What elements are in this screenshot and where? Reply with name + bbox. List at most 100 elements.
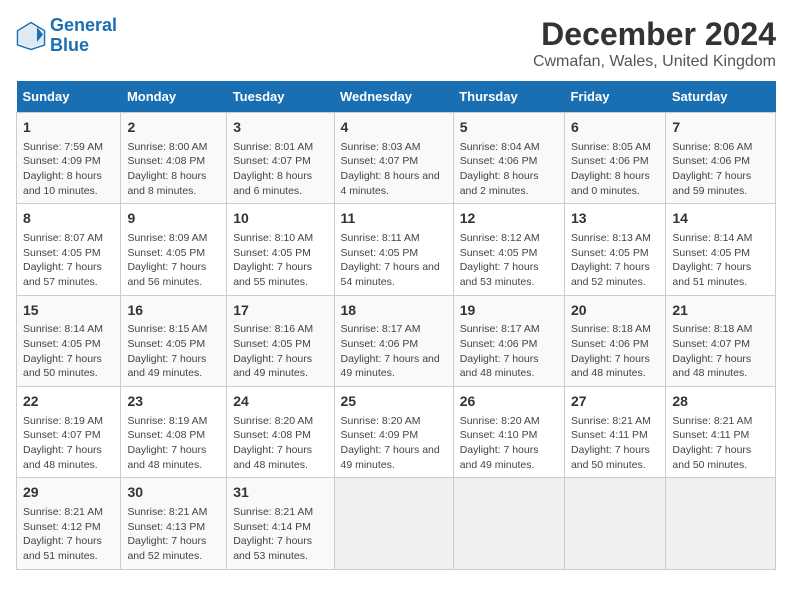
cell-content: Sunrise: 8:11 AMSunset: 4:05 PMDaylight:… [341, 231, 447, 290]
cell-content: Sunrise: 8:17 AMSunset: 4:06 PMDaylight:… [460, 322, 558, 381]
column-header-monday: Monday [121, 81, 227, 113]
calendar-week-5: 29Sunrise: 8:21 AMSunset: 4:12 PMDayligh… [17, 478, 776, 569]
calendar-week-1: 1Sunrise: 7:59 AMSunset: 4:09 PMDaylight… [17, 113, 776, 204]
cell-content: Sunrise: 8:15 AMSunset: 4:05 PMDaylight:… [127, 322, 220, 381]
cell-content: Sunrise: 8:12 AMSunset: 4:05 PMDaylight:… [460, 231, 558, 290]
cell-content: Sunrise: 8:07 AMSunset: 4:05 PMDaylight:… [23, 231, 114, 290]
day-number: 16 [127, 301, 220, 321]
day-number: 5 [460, 118, 558, 138]
calendar-cell: 20Sunrise: 8:18 AMSunset: 4:06 PMDayligh… [564, 295, 665, 386]
column-header-friday: Friday [564, 81, 665, 113]
calendar-cell: 11Sunrise: 8:11 AMSunset: 4:05 PMDayligh… [334, 204, 453, 295]
calendar-cell: 14Sunrise: 8:14 AMSunset: 4:05 PMDayligh… [666, 204, 776, 295]
calendar-week-2: 8Sunrise: 8:07 AMSunset: 4:05 PMDaylight… [17, 204, 776, 295]
cell-content: Sunrise: 8:03 AMSunset: 4:07 PMDaylight:… [341, 140, 447, 199]
calendar-cell: 16Sunrise: 8:15 AMSunset: 4:05 PMDayligh… [121, 295, 227, 386]
calendar-cell: 24Sunrise: 8:20 AMSunset: 4:08 PMDayligh… [227, 387, 334, 478]
calendar-cell: 21Sunrise: 8:18 AMSunset: 4:07 PMDayligh… [666, 295, 776, 386]
cell-content: Sunrise: 8:04 AMSunset: 4:06 PMDaylight:… [460, 140, 558, 199]
calendar-cell: 19Sunrise: 8:17 AMSunset: 4:06 PMDayligh… [453, 295, 564, 386]
calendar-cell [564, 478, 665, 569]
calendar-cell: 15Sunrise: 8:14 AMSunset: 4:05 PMDayligh… [17, 295, 121, 386]
day-number: 30 [127, 483, 220, 503]
column-header-sunday: Sunday [17, 81, 121, 113]
day-number: 28 [672, 392, 769, 412]
cell-content: Sunrise: 8:16 AMSunset: 4:05 PMDaylight:… [233, 322, 327, 381]
calendar-cell [453, 478, 564, 569]
cell-content: Sunrise: 7:59 AMSunset: 4:09 PMDaylight:… [23, 140, 114, 199]
page-title: December 2024 [533, 16, 776, 53]
day-number: 17 [233, 301, 327, 321]
cell-content: Sunrise: 8:05 AMSunset: 4:06 PMDaylight:… [571, 140, 659, 199]
calendar-cell: 30Sunrise: 8:21 AMSunset: 4:13 PMDayligh… [121, 478, 227, 569]
column-header-thursday: Thursday [453, 81, 564, 113]
cell-content: Sunrise: 8:09 AMSunset: 4:05 PMDaylight:… [127, 231, 220, 290]
cell-content: Sunrise: 8:10 AMSunset: 4:05 PMDaylight:… [233, 231, 327, 290]
calendar-cell: 3Sunrise: 8:01 AMSunset: 4:07 PMDaylight… [227, 113, 334, 204]
column-header-tuesday: Tuesday [227, 81, 334, 113]
calendar-cell: 17Sunrise: 8:16 AMSunset: 4:05 PMDayligh… [227, 295, 334, 386]
logo-line1: General [50, 15, 117, 35]
day-number: 3 [233, 118, 327, 138]
calendar-week-4: 22Sunrise: 8:19 AMSunset: 4:07 PMDayligh… [17, 387, 776, 478]
day-number: 18 [341, 301, 447, 321]
cell-content: Sunrise: 8:20 AMSunset: 4:09 PMDaylight:… [341, 414, 447, 473]
calendar-table: SundayMondayTuesdayWednesdayThursdayFrid… [16, 81, 776, 570]
header: General Blue December 2024 Cwmafan, Wale… [16, 16, 776, 71]
day-number: 11 [341, 209, 447, 229]
cell-content: Sunrise: 8:01 AMSunset: 4:07 PMDaylight:… [233, 140, 327, 199]
day-number: 10 [233, 209, 327, 229]
calendar-cell: 2Sunrise: 8:00 AMSunset: 4:08 PMDaylight… [121, 113, 227, 204]
day-number: 23 [127, 392, 220, 412]
cell-content: Sunrise: 8:13 AMSunset: 4:05 PMDaylight:… [571, 231, 659, 290]
calendar-cell [666, 478, 776, 569]
cell-content: Sunrise: 8:21 AMSunset: 4:11 PMDaylight:… [571, 414, 659, 473]
calendar-cell: 22Sunrise: 8:19 AMSunset: 4:07 PMDayligh… [17, 387, 121, 478]
calendar-cell: 25Sunrise: 8:20 AMSunset: 4:09 PMDayligh… [334, 387, 453, 478]
day-number: 12 [460, 209, 558, 229]
day-number: 6 [571, 118, 659, 138]
day-number: 1 [23, 118, 114, 138]
calendar-cell: 5Sunrise: 8:04 AMSunset: 4:06 PMDaylight… [453, 113, 564, 204]
calendar-cell: 7Sunrise: 8:06 AMSunset: 4:06 PMDaylight… [666, 113, 776, 204]
logo-icon [16, 21, 46, 51]
day-number: 21 [672, 301, 769, 321]
calendar-cell: 18Sunrise: 8:17 AMSunset: 4:06 PMDayligh… [334, 295, 453, 386]
day-number: 25 [341, 392, 447, 412]
header-row: SundayMondayTuesdayWednesdayThursdayFrid… [17, 81, 776, 113]
calendar-cell: 10Sunrise: 8:10 AMSunset: 4:05 PMDayligh… [227, 204, 334, 295]
day-number: 24 [233, 392, 327, 412]
day-number: 13 [571, 209, 659, 229]
day-number: 15 [23, 301, 114, 321]
cell-content: Sunrise: 8:21 AMSunset: 4:14 PMDaylight:… [233, 505, 327, 564]
day-number: 20 [571, 301, 659, 321]
cell-content: Sunrise: 8:21 AMSunset: 4:12 PMDaylight:… [23, 505, 114, 564]
day-number: 9 [127, 209, 220, 229]
cell-content: Sunrise: 8:14 AMSunset: 4:05 PMDaylight:… [23, 322, 114, 381]
cell-content: Sunrise: 8:06 AMSunset: 4:06 PMDaylight:… [672, 140, 769, 199]
calendar-cell: 23Sunrise: 8:19 AMSunset: 4:08 PMDayligh… [121, 387, 227, 478]
calendar-cell: 4Sunrise: 8:03 AMSunset: 4:07 PMDaylight… [334, 113, 453, 204]
day-number: 14 [672, 209, 769, 229]
day-number: 22 [23, 392, 114, 412]
calendar-cell: 9Sunrise: 8:09 AMSunset: 4:05 PMDaylight… [121, 204, 227, 295]
title-area: December 2024 Cwmafan, Wales, United Kin… [533, 16, 776, 71]
cell-content: Sunrise: 8:21 AMSunset: 4:11 PMDaylight:… [672, 414, 769, 473]
day-number: 4 [341, 118, 447, 138]
column-header-saturday: Saturday [666, 81, 776, 113]
calendar-cell: 8Sunrise: 8:07 AMSunset: 4:05 PMDaylight… [17, 204, 121, 295]
cell-content: Sunrise: 8:18 AMSunset: 4:06 PMDaylight:… [571, 322, 659, 381]
day-number: 31 [233, 483, 327, 503]
calendar-cell: 29Sunrise: 8:21 AMSunset: 4:12 PMDayligh… [17, 478, 121, 569]
cell-content: Sunrise: 8:14 AMSunset: 4:05 PMDaylight:… [672, 231, 769, 290]
calendar-cell: 12Sunrise: 8:12 AMSunset: 4:05 PMDayligh… [453, 204, 564, 295]
page-subtitle: Cwmafan, Wales, United Kingdom [533, 53, 776, 71]
logo-text: General Blue [50, 16, 117, 56]
calendar-cell: 26Sunrise: 8:20 AMSunset: 4:10 PMDayligh… [453, 387, 564, 478]
calendar-cell: 1Sunrise: 7:59 AMSunset: 4:09 PMDaylight… [17, 113, 121, 204]
calendar-cell [334, 478, 453, 569]
logo-line2: Blue [50, 35, 89, 55]
cell-content: Sunrise: 8:20 AMSunset: 4:10 PMDaylight:… [460, 414, 558, 473]
day-number: 29 [23, 483, 114, 503]
calendar-cell: 31Sunrise: 8:21 AMSunset: 4:14 PMDayligh… [227, 478, 334, 569]
